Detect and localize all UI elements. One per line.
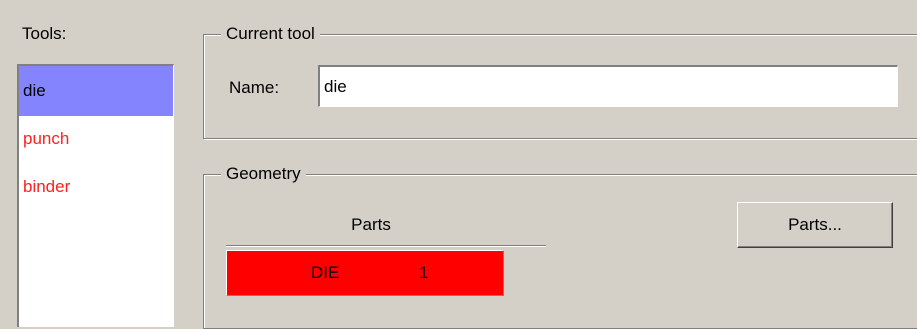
tool-item-binder[interactable]: binder bbox=[19, 164, 173, 212]
current-tool-group: Current tool Name: bbox=[203, 22, 917, 139]
parts-header-label: Parts bbox=[351, 215, 391, 234]
part-count: 1 bbox=[419, 263, 429, 282]
tool-item-die[interactable]: die bbox=[19, 66, 173, 116]
parts-column-header: Parts bbox=[226, 213, 546, 246]
tool-item-punch[interactable]: punch bbox=[19, 116, 173, 164]
tools-label: Tools: bbox=[22, 24, 67, 43]
name-input[interactable] bbox=[318, 65, 898, 107]
parts-button[interactable]: Parts... bbox=[737, 202, 893, 248]
parts-list-row[interactable]: DIE 1 bbox=[226, 250, 504, 296]
geometry-title: Geometry bbox=[221, 162, 306, 186]
current-tool-title: Current tool bbox=[221, 22, 320, 46]
part-name: DIE bbox=[311, 263, 340, 282]
tools-list[interactable]: die punch binder bbox=[17, 64, 174, 327]
geometry-group: Geometry Parts DIE 1 Parts... bbox=[203, 162, 917, 329]
name-label: Name: bbox=[229, 78, 280, 97]
